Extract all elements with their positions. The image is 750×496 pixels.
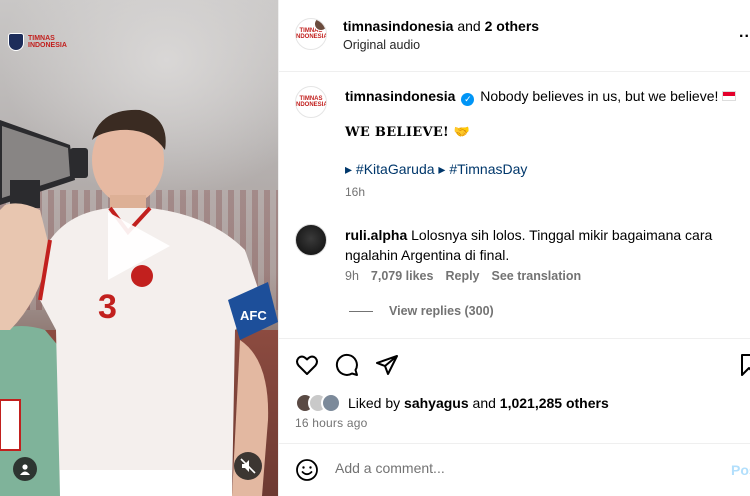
media-watermark-logo: TIMNAS INDONESIA: [8, 33, 67, 51]
caption-username[interactable]: timnasindonesia: [345, 88, 455, 104]
caption-hashtags: ▸ #KitaGaruda ▸ #TimnasDay: [345, 161, 527, 178]
play-icon[interactable]: [108, 212, 170, 280]
comment-body: ruli.alpha Lolosnya sih lolos. Tinggal m…: [345, 225, 735, 265]
post-comment-button[interactable]: Post: [731, 462, 750, 478]
bookmark-icon[interactable]: [739, 353, 750, 377]
comment-input[interactable]: [335, 460, 715, 476]
likes-prefix: Liked by: [348, 395, 405, 411]
timnas-watermark: TIMNAS INDONESIA: [28, 35, 67, 49]
heart-icon[interactable]: [295, 353, 319, 377]
caption-we-believe: WE BELIEVE! 🤝: [345, 125, 471, 140]
comment-time: 9h: [345, 269, 359, 283]
replies-divider: [349, 310, 373, 312]
commenter-avatar[interactable]: [295, 224, 327, 256]
add-comment-bar: Post: [279, 443, 750, 496]
caption-timestamp: 16h: [345, 185, 366, 199]
armband-text: AFC: [240, 308, 267, 323]
action-icons: [295, 353, 399, 377]
reply-button[interactable]: Reply: [445, 269, 479, 283]
view-replies-label[interactable]: View replies (300): [389, 304, 494, 318]
post-actions: Liked by sahyagus and 1,021,285 others 1…: [279, 338, 750, 438]
liker-username[interactable]: sahyagus: [404, 395, 469, 411]
liker-avatar-3: [321, 393, 341, 413]
comment-icon[interactable]: [335, 353, 359, 377]
indonesia-flag-icon: [722, 91, 737, 101]
commenter-username[interactable]: ruli.alpha: [345, 227, 407, 243]
likes-middle: and: [468, 395, 500, 411]
hashtag-bullet-2: ▸: [434, 161, 450, 177]
caption-first-line: timnasindonesia ✓ Nobody believes in us,…: [345, 88, 737, 106]
hashtag-kitagaruda[interactable]: #KitaGaruda: [356, 161, 435, 177]
view-replies[interactable]: View replies (300): [349, 304, 494, 318]
coauthor-avatar[interactable]: [314, 19, 326, 31]
emoji-icon[interactable]: [295, 458, 319, 482]
author-username[interactable]: timnasindonesia: [343, 18, 453, 34]
pssi-shield-icon: [8, 33, 24, 51]
caption-avatar-logo: TIMNAS INDONESIA: [295, 96, 327, 108]
coauthors-link[interactable]: 2 others: [485, 18, 539, 34]
post-timestamp[interactable]: 16 hours ago: [295, 416, 367, 430]
mute-icon: [240, 458, 256, 474]
likes-count[interactable]: 1,021,285 others: [500, 395, 609, 411]
see-translation-button[interactable]: See translation: [492, 269, 582, 283]
authors-and: and: [453, 18, 485, 34]
likes-text: Liked by sahyagus and 1,021,285 others: [348, 395, 609, 411]
jersey-number: 3: [98, 288, 117, 326]
caption-avatar[interactable]: TIMNAS INDONESIA: [295, 86, 327, 118]
hashtag-timnasday[interactable]: #TimnasDay: [449, 161, 527, 177]
instagram-post-modal: TIMNAS INDONESIA 3 AFC TIMNAS INDONESIA: [0, 0, 750, 496]
post-authors: timnasindonesia and 2 others: [343, 18, 539, 34]
comment-meta: 9h 7,079 likes Reply See translation: [345, 269, 593, 283]
audio-link[interactable]: Original audio: [343, 38, 420, 52]
more-options-icon[interactable]: ...: [739, 24, 750, 42]
comment-likes[interactable]: 7,079 likes: [371, 269, 434, 283]
user-tag-icon: [20, 464, 30, 475]
mute-button[interactable]: [234, 452, 262, 480]
share-icon[interactable]: [375, 353, 399, 377]
hashtag-bullet-1: ▸: [345, 161, 356, 177]
post-details-panel: TIMNAS INDONESIA timnasindonesia and 2 o…: [278, 0, 750, 496]
post-header: TIMNAS INDONESIA timnasindonesia and 2 o…: [279, 0, 750, 72]
verified-badge-icon: ✓: [461, 93, 475, 106]
likes-summary: Liked by sahyagus and 1,021,285 others: [295, 393, 609, 413]
user-tag-button[interactable]: [13, 457, 37, 481]
video-player[interactable]: TIMNAS INDONESIA 3 AFC: [0, 0, 278, 496]
caption-text: Nobody believes in us, but we believe!: [480, 88, 719, 104]
author-avatar[interactable]: TIMNAS INDONESIA: [295, 18, 327, 50]
